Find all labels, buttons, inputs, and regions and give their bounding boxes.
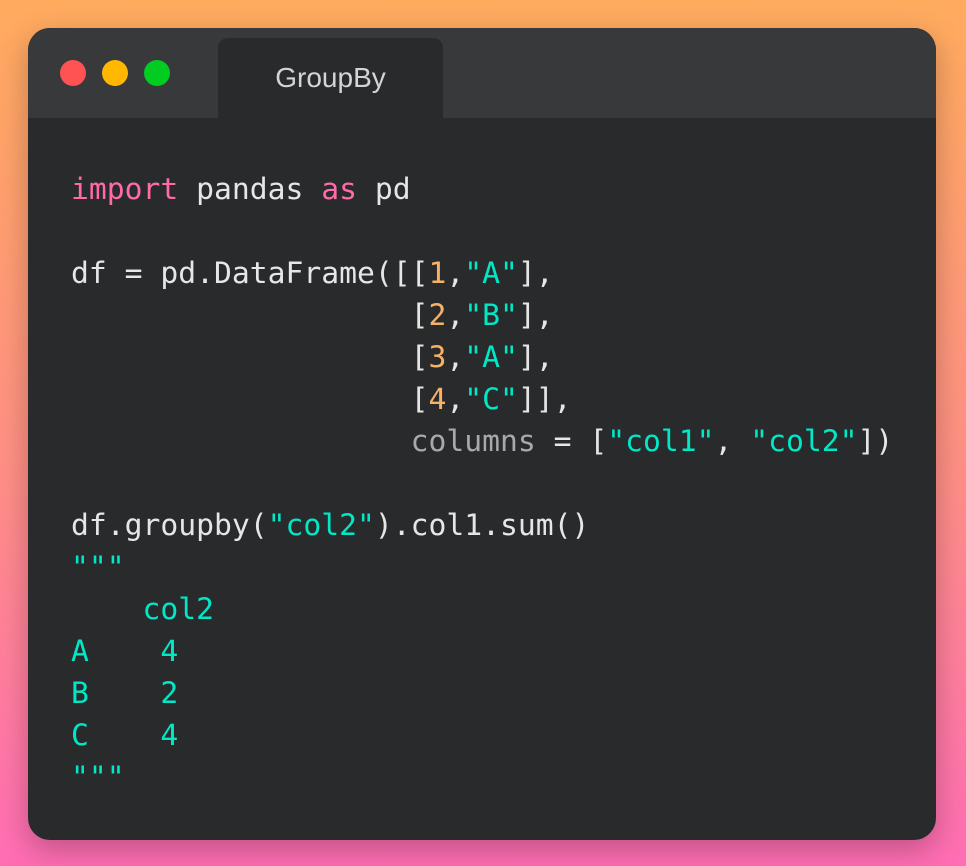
code-token-str: "A" <box>464 256 518 291</box>
code-token-arg: columns <box>410 424 536 459</box>
code-line: columns = ["col1", "col2"]) <box>71 421 894 463</box>
close-button[interactable] <box>60 60 86 86</box>
code-token-pl: df.groupby( <box>71 508 268 543</box>
code-token-str: "C" <box>464 382 518 417</box>
code-line: col2 <box>71 589 893 631</box>
code-token-str: col2 <box>71 592 214 627</box>
code-token-pl: ]) <box>857 424 894 459</box>
code-token-pl: df = pd.DataFrame([[ <box>71 256 429 291</box>
code-token-pl: ]], <box>517 382 572 417</box>
minimize-button[interactable] <box>102 60 128 86</box>
code-line: C 4 <box>71 715 893 757</box>
code-token-pl: ], <box>517 256 554 291</box>
code-line: A 4 <box>71 631 893 673</box>
code-line: [3,"A"], <box>71 337 893 379</box>
code-token-pl: , <box>714 424 751 459</box>
code-token-pl: , <box>446 298 465 333</box>
code-line: B 2 <box>71 673 893 715</box>
code-token-str: "col2" <box>267 508 375 543</box>
code-token-str: "A" <box>464 340 518 375</box>
code-line: df = pd.DataFrame([[1,"A"], <box>71 253 893 295</box>
code-token-pl: ).col1.sum() <box>374 508 590 543</box>
code-token-str: """ <box>71 550 125 585</box>
code-token-str: "B" <box>464 298 518 333</box>
title-bar: GroupBy <box>28 28 936 118</box>
code-token-kw: as <box>321 172 357 207</box>
code-token-pl: [ <box>71 340 429 375</box>
code-token-str: A 4 <box>71 634 179 669</box>
code-token-str: """ <box>71 760 125 795</box>
tab-groupby[interactable]: GroupBy <box>218 38 443 118</box>
code-token-pl: [ <box>71 298 429 333</box>
code-token-pl: pd <box>357 172 411 207</box>
code-line: [2,"B"], <box>71 295 893 337</box>
code-token-num: 1 <box>428 256 447 291</box>
maximize-button[interactable] <box>144 60 170 86</box>
code-token-pl: , <box>446 256 465 291</box>
code-token-num: 4 <box>428 382 447 417</box>
code-token-pl: [ <box>71 382 429 417</box>
code-line: [4,"C"]], <box>71 379 893 421</box>
tab-label: GroupBy <box>275 62 386 93</box>
code-line: """ <box>71 547 893 589</box>
code-token-num: 3 <box>428 340 447 375</box>
code-line: import pandas as pd <box>71 169 893 211</box>
code-token-str: C 4 <box>71 718 179 753</box>
code-window: GroupBy import pandas as pd df = pd.DataF… <box>28 28 936 840</box>
code-token-str: "col2" <box>750 424 858 459</box>
code-token-str: "col1" <box>607 424 715 459</box>
code-token-pl: pandas <box>178 172 322 207</box>
code-token-str: B 2 <box>71 676 179 711</box>
code-token-pl: , <box>446 340 465 375</box>
code-token-pl: ], <box>517 340 554 375</box>
code-line: df.groupby("col2").col1.sum() <box>71 505 893 547</box>
code-token-pl: ], <box>517 298 554 333</box>
code-token-pl: = [ <box>535 424 608 459</box>
code-token-pl: , <box>446 382 465 417</box>
code-token-num: 2 <box>428 298 447 333</box>
code-block: import pandas as pd df = pd.DataFrame([[1… <box>71 169 893 799</box>
code-token-kw: import <box>71 172 179 207</box>
code-line: """ <box>71 757 893 799</box>
